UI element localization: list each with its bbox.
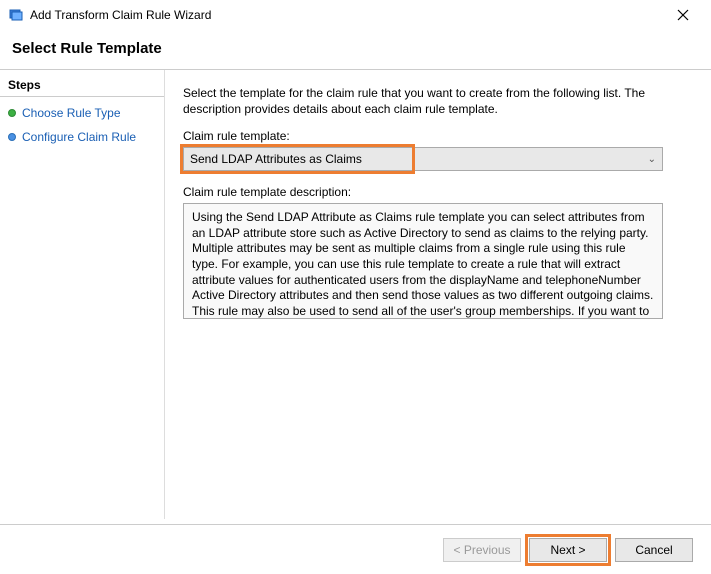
next-button[interactable]: Next > <box>529 538 607 562</box>
button-bar: < Previous Next > Cancel <box>0 524 711 574</box>
content-pane: Select the template for the claim rule t… <box>165 70 711 519</box>
page-heading-area: Select Rule Template <box>0 30 711 69</box>
cancel-button-label: Cancel <box>635 543 672 557</box>
chevron-down-icon: ⌄ <box>648 154 656 165</box>
template-description: Using the Send LDAP Attribute as Claims … <box>183 203 663 319</box>
step-bullet-done-icon <box>8 109 16 117</box>
title-bar: Add Transform Claim Rule Wizard <box>0 0 711 30</box>
app-icon <box>8 7 24 23</box>
intro-text: Select the template for the claim rule t… <box>183 86 693 117</box>
steps-sidebar: Steps Choose Rule Type Configure Claim R… <box>0 70 165 519</box>
template-dropdown-wrap: Send LDAP Attributes as Claims ⌄ <box>183 147 663 171</box>
step-choose-rule-type[interactable]: Choose Rule Type <box>0 101 164 125</box>
previous-button: < Previous <box>443 538 521 562</box>
steps-header: Steps <box>0 74 164 97</box>
next-button-wrap: Next > <box>529 538 607 562</box>
page-heading: Select Rule Template <box>12 40 699 57</box>
dropdown-selected-value: Send LDAP Attributes as Claims <box>190 152 362 166</box>
cancel-button[interactable]: Cancel <box>615 538 693 562</box>
step-bullet-current-icon <box>8 133 16 141</box>
close-icon <box>677 9 689 21</box>
next-button-label: Next > <box>550 543 585 557</box>
description-label: Claim rule template description: <box>183 185 693 199</box>
previous-button-label: < Previous <box>453 543 510 557</box>
template-label: Claim rule template: <box>183 129 693 143</box>
close-button[interactable] <box>663 1 703 29</box>
main-content: Steps Choose Rule Type Configure Claim R… <box>0 69 711 519</box>
window-title: Add Transform Claim Rule Wizard <box>30 8 663 22</box>
step-label: Configure Claim Rule <box>22 130 136 144</box>
step-label: Choose Rule Type <box>22 106 121 120</box>
step-configure-claim-rule[interactable]: Configure Claim Rule <box>0 125 164 149</box>
claim-rule-template-dropdown[interactable]: Send LDAP Attributes as Claims ⌄ <box>183 147 663 171</box>
